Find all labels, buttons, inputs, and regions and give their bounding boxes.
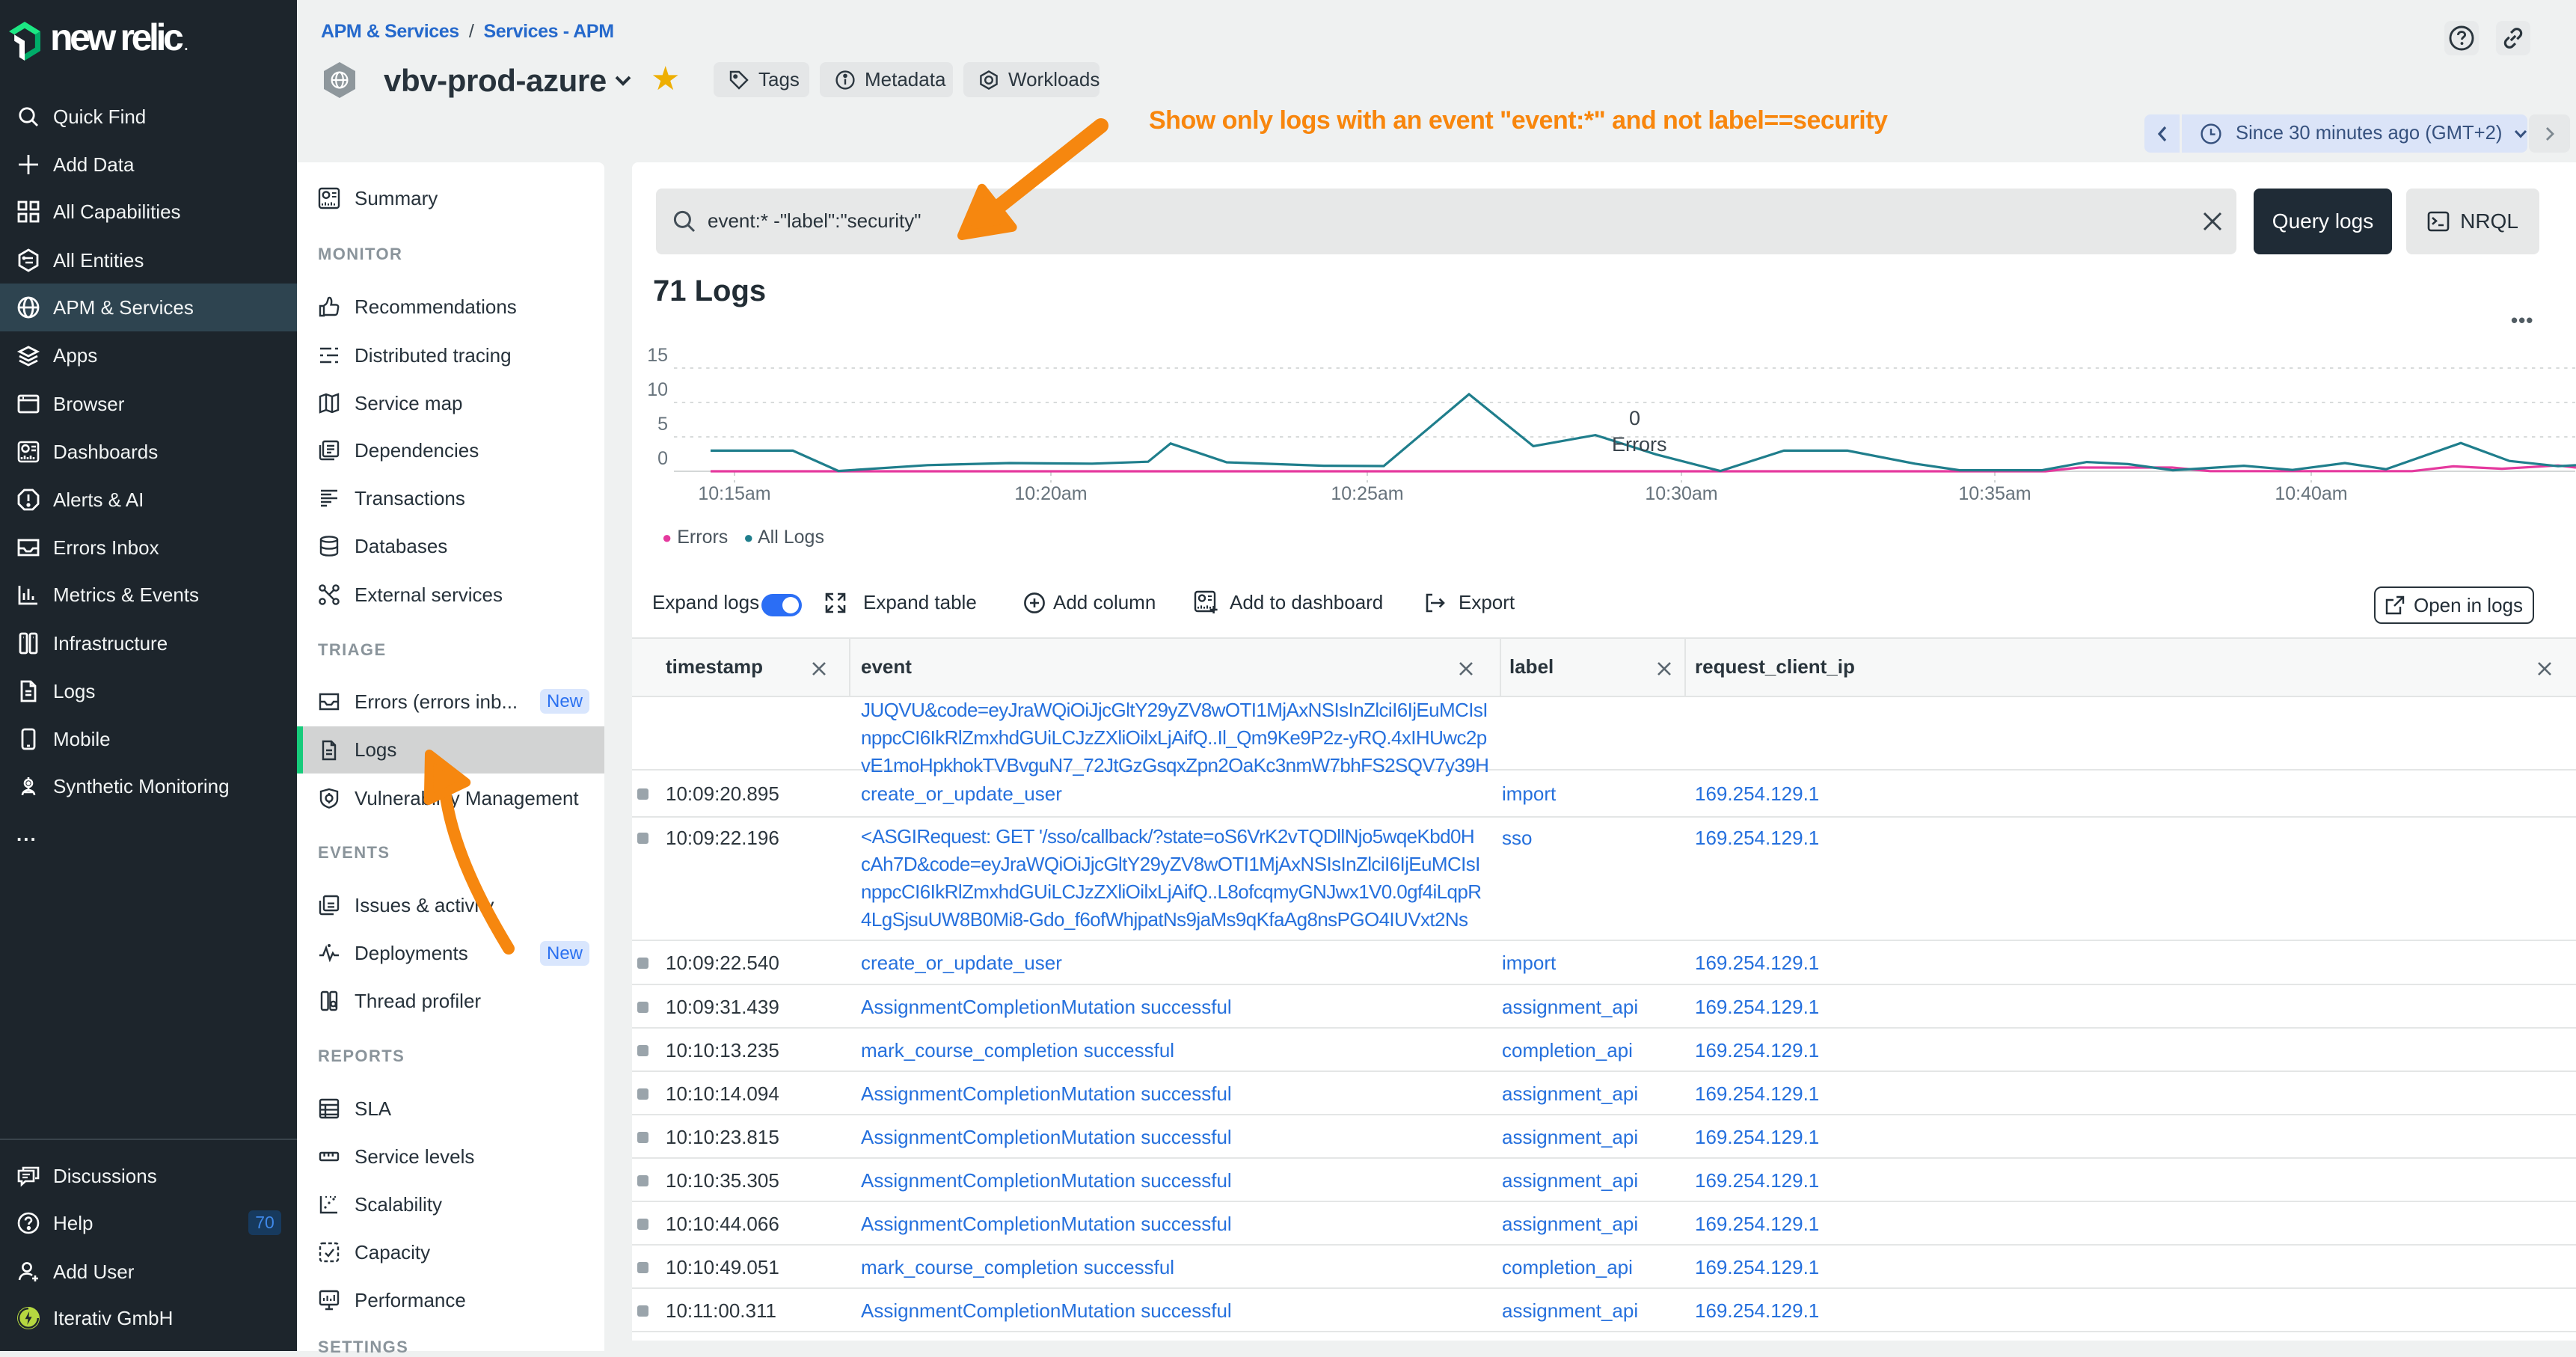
svg-text:15: 15 xyxy=(647,345,668,366)
svg-text:5: 5 xyxy=(657,414,668,435)
svg-text:10:25am: 10:25am xyxy=(1331,483,1403,504)
svg-text:0: 0 xyxy=(1629,407,1640,429)
svg-text:10:30am: 10:30am xyxy=(1645,483,1717,504)
svg-text:10: 10 xyxy=(647,379,668,400)
svg-text:0: 0 xyxy=(657,448,668,469)
svg-text:Errors: Errors xyxy=(1612,433,1667,456)
svg-text:10:20am: 10:20am xyxy=(1014,483,1087,504)
svg-text:10:15am: 10:15am xyxy=(698,483,770,504)
svg-text:10:35am: 10:35am xyxy=(1958,483,2031,504)
svg-text:10:40am: 10:40am xyxy=(2275,483,2347,504)
